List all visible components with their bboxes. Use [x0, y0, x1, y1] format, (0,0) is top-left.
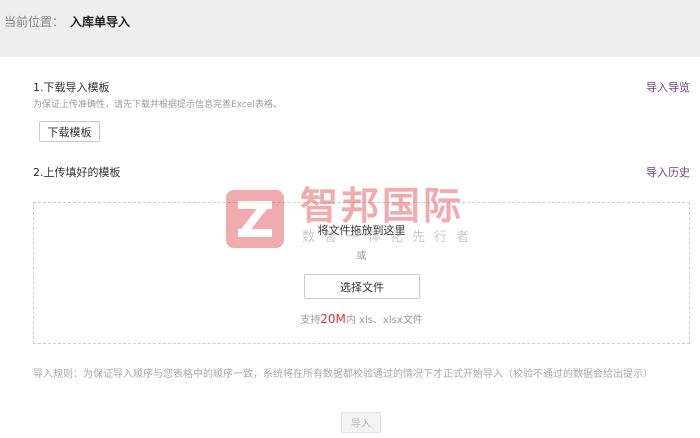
- step1-hint: 为保证上传准确性，请先下载并根据提示信息完善Excel表格。: [33, 100, 282, 110]
- brand-logo-icon: [226, 190, 284, 248]
- step2-title: 2.上传填好的模板: [33, 166, 121, 179]
- page-title: 入库单导入: [70, 15, 131, 29]
- support-text: 支持20M内 xls、xlsx文件: [34, 311, 689, 326]
- brand-watermark: 智邦国际 数智一体化先行者: [226, 184, 481, 250]
- import-button[interactable]: 导入: [341, 412, 381, 433]
- top-bar: 当前位置： 入库单导入: [0, 0, 700, 57]
- breadcrumb-label: 当前位置：: [4, 15, 65, 29]
- select-file-button[interactable]: 选择文件: [304, 274, 420, 299]
- download-template-button[interactable]: 下载模板: [39, 121, 100, 142]
- breadcrumb: 当前位置： 入库单导入: [4, 14, 130, 30]
- step1-title: 1.下载导入模板: [33, 81, 110, 94]
- support-suffix: 内 xls、xlsx文件: [345, 315, 423, 326]
- import-preview-link[interactable]: 导入导览: [646, 79, 690, 95]
- brand-slogan: 数智一体化先行者: [302, 230, 479, 245]
- support-size: 20M: [320, 312, 346, 326]
- import-history-link[interactable]: 导入历史: [646, 164, 690, 180]
- support-prefix: 支持: [300, 315, 321, 326]
- import-rules: 导入规则：为保证导入顺序与您表格中的顺序一致，系统将在所有数据都校验通过的情况下…: [33, 369, 653, 380]
- brand-name: 智邦国际: [300, 184, 465, 228]
